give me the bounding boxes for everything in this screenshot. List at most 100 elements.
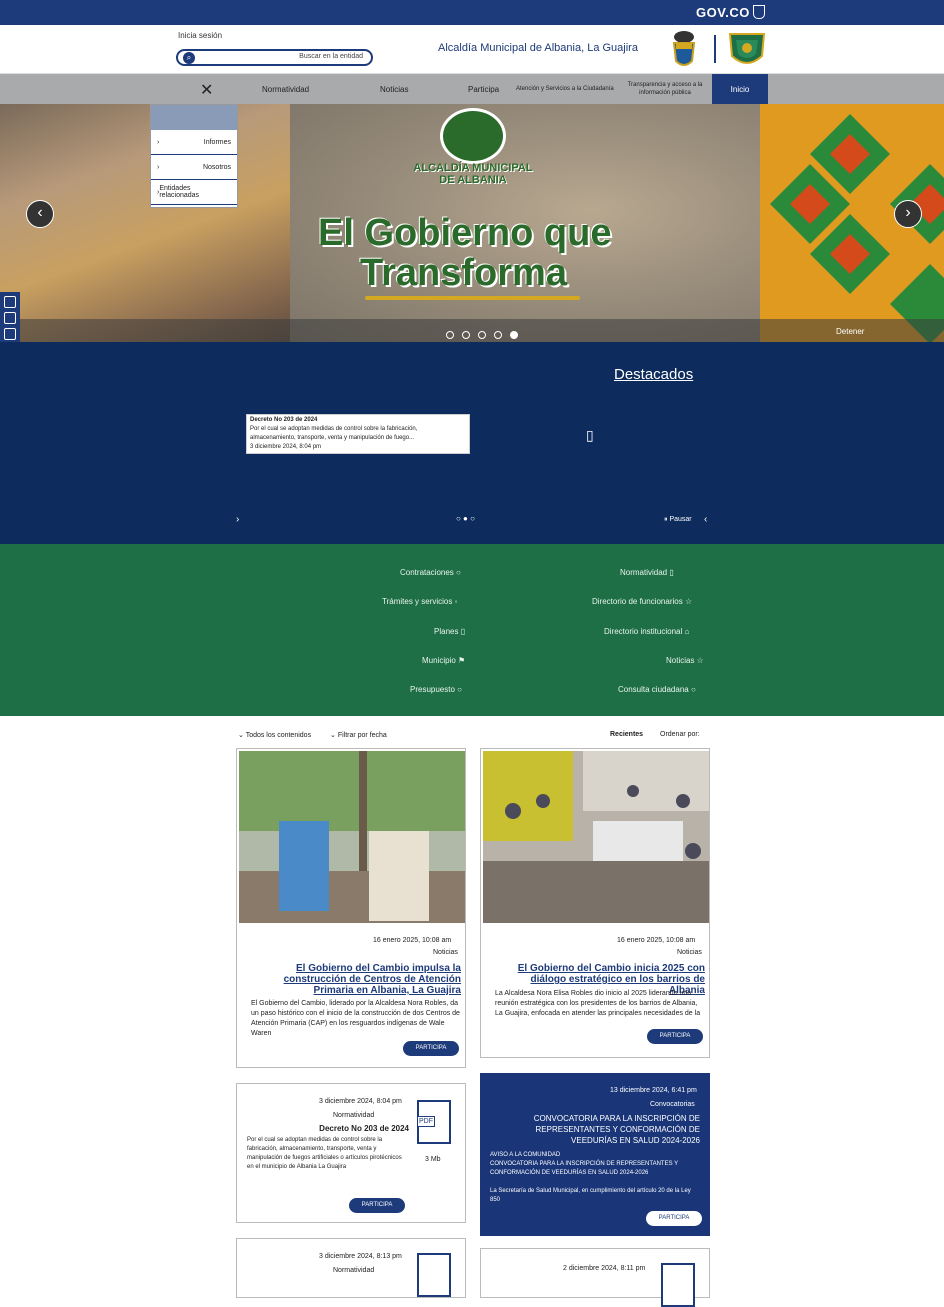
- conv-text2: CONVOCATORIA PARA LA INSCRIPCIÓN DE REPR…: [490, 1161, 679, 1176]
- content-filter-select[interactable]: ⌄ Todos los contenidos: [238, 731, 311, 739]
- document-icon: ▯: [586, 427, 594, 443]
- header-divider: [714, 35, 716, 63]
- destacados-next-button[interactable]: ›: [236, 514, 239, 525]
- ql-noticias[interactable]: Noticias ☆: [666, 656, 704, 665]
- search-input[interactable]: Buscar en la entidad: [299, 53, 363, 60]
- chevron-icon: ›: [157, 163, 160, 171]
- participa-button[interactable]: PARTICIPA: [647, 1029, 703, 1044]
- participa-button[interactable]: PARTICIPA: [403, 1041, 459, 1056]
- destacado-text: Por el cual se adoptan medidas de contro…: [250, 426, 418, 432]
- participa-button[interactable]: PARTICIPA: [349, 1198, 405, 1213]
- destacados-title: Destacados: [614, 366, 694, 383]
- conv-text3: La Secretaría de Salud Municipal, en cum…: [490, 1188, 691, 1203]
- pause-button[interactable]: ⏸ Pausar: [664, 516, 692, 524]
- news-card-category: Noticias: [433, 949, 458, 956]
- carousel-dot[interactable]: [494, 331, 502, 339]
- carousel-dot[interactable]: [462, 331, 470, 339]
- ql-planes[interactable]: Planes ▯: [434, 627, 465, 636]
- doc-date: 3 diciembre 2024, 8:04 pm: [319, 1098, 402, 1105]
- conv-category: Convocatorias: [650, 1101, 695, 1108]
- ql-consulta-ciudadana[interactable]: Consulta ciudadana ○: [618, 685, 696, 694]
- doc-title[interactable]: Decreto No 203 de 2024: [247, 1124, 409, 1134]
- news-card-text: La Alcaldesa Nora Elisa Robles dio inici…: [495, 990, 701, 1017]
- destacado-text-2: almacenamiento, transporte, venta y mani…: [250, 435, 415, 441]
- order-select[interactable]: Recientes: [610, 731, 643, 738]
- ql-normatividad[interactable]: Normatividad ▯: [620, 568, 674, 577]
- hero-title-line2: Transforma: [360, 252, 567, 294]
- conv-title[interactable]: CONVOCATORIA PARA LA INSCRIPCIÓN DE REPR…: [490, 1113, 700, 1146]
- order-label: Ordenar por:: [660, 731, 700, 738]
- carousel-dot[interactable]: [510, 331, 518, 339]
- nav-normatividad[interactable]: Normatividad: [262, 74, 322, 104]
- font-increase-icon[interactable]: [4, 312, 16, 324]
- news-card-category: Noticias: [677, 949, 702, 956]
- ql-municipio[interactable]: Municipio ⚑: [422, 656, 465, 665]
- destacado-card[interactable]: Decreto No 203 de 2024 Por el cual se ad…: [246, 414, 470, 454]
- carousel-dot[interactable]: [446, 331, 454, 339]
- convocatoria-card[interactable]: 13 diciembre 2024, 6:41 pm Convocatorias…: [480, 1073, 710, 1236]
- carousel-next-button[interactable]: ›: [894, 200, 922, 228]
- doc-size: 3 Mb: [425, 1156, 441, 1163]
- pdf-icon: PDF: [417, 1100, 451, 1144]
- search-icon[interactable]: ⌕: [183, 52, 195, 64]
- stop-carousel-button[interactable]: Detener: [836, 327, 864, 336]
- news-card[interactable]: 16 enero 2025, 10:08 am Noticias El Gobi…: [236, 748, 466, 1068]
- carousel-dot[interactable]: [478, 331, 486, 339]
- municipal-shield-icon[interactable]: [726, 28, 768, 70]
- news-card-text: El Gobierno del Cambio, liderado por la …: [251, 1000, 460, 1037]
- document-card[interactable]: 3 diciembre 2024, 8:04 pm Normatividad D…: [236, 1083, 466, 1223]
- nav-participa[interactable]: Participa: [468, 74, 512, 104]
- site-header: Inicia sesión ⌕ Buscar en la entidad Alc…: [0, 25, 944, 74]
- dropdown-item-nosotros[interactable]: › Nosotros: [151, 155, 237, 180]
- nav-transparencia[interactable]: Transparencia y acceso a la información …: [622, 74, 708, 104]
- ql-contrataciones[interactable]: Contrataciones ○: [400, 568, 461, 577]
- ql-directorio-institucional[interactable]: Directorio institucional ⌂: [604, 627, 689, 636]
- participa-button[interactable]: PARTICIPA: [646, 1211, 702, 1226]
- login-link[interactable]: Inicia sesión: [178, 31, 222, 40]
- nav-atencion[interactable]: Atención y Servicios a la Ciudadanía: [516, 74, 616, 104]
- ql-presupuesto[interactable]: Presupuesto ○: [410, 685, 462, 694]
- document-card[interactable]: 2 diciembre 2024, 8:11 pm: [480, 1248, 710, 1307]
- destacado-title: Decreto No 203 de 2024: [250, 417, 318, 423]
- font-decrease-icon[interactable]: [4, 328, 16, 340]
- ql-tramites[interactable]: Trámites y servicios ◦: [382, 597, 457, 606]
- gov-bar: GOV.CO: [0, 0, 944, 25]
- conv-text1: AVISO A LA COMUNIDAD: [490, 1152, 561, 1158]
- carousel-prev-button[interactable]: ‹: [26, 200, 54, 228]
- destacado-date: 3 diciembre 2024, 8:04 pm: [250, 444, 322, 450]
- hero-controls-bar: [0, 319, 944, 342]
- carousel-dots[interactable]: [438, 326, 518, 342]
- accessibility-toolbar: [0, 292, 20, 342]
- search-bar[interactable]: ⌕ Buscar en la entidad: [176, 49, 373, 66]
- hero-title-line1: El Gobierno que: [318, 212, 612, 254]
- doc-date: 2 diciembre 2024, 8:11 pm: [563, 1265, 646, 1272]
- coat-of-arms-icon: [672, 31, 696, 66]
- dropdown-item-entidades[interactable]: › Entidades relacionadas: [151, 180, 237, 205]
- document-card[interactable]: 3 diciembre 2024, 8:13 pm Normatividad: [236, 1238, 466, 1298]
- destacados-dots[interactable]: ○ ● ○: [456, 514, 475, 523]
- news-card[interactable]: 16 enero 2025, 10:08 am Noticias El Gobi…: [480, 748, 710, 1058]
- doc-category: Normatividad: [333, 1112, 375, 1119]
- date-filter-select[interactable]: ⌄ Filtrar por fecha: [330, 731, 387, 739]
- doc-category: Normatividad: [333, 1267, 375, 1274]
- nav-inicio[interactable]: Inicio: [712, 74, 768, 104]
- gov-co-link[interactable]: GOV.CO: [696, 5, 765, 20]
- dropdown-header: [151, 105, 237, 130]
- news-card-image: [483, 751, 709, 923]
- gov-shield-icon: [752, 5, 765, 19]
- nav-dropdown: › Informes › Nosotros › Entidades relaciona…: [150, 104, 238, 208]
- dropdown-item-informes[interactable]: › Informes: [151, 130, 237, 155]
- quick-links: Normatividad ▯ Directorio de funcionario…: [0, 544, 944, 716]
- news-card-title[interactable]: El Gobierno del Cambio impulsa la constr…: [251, 963, 461, 996]
- hero-underline: [365, 296, 580, 300]
- site-title: Alcaldía Municipal de Albania, La Guajir…: [438, 42, 638, 54]
- contrast-icon[interactable]: [4, 296, 16, 308]
- destacados-prev-button[interactable]: ‹: [704, 514, 707, 525]
- news-card-image: [239, 751, 465, 923]
- ql-directorio-funcionarios[interactable]: Directorio de funcionarios ☆: [592, 597, 692, 606]
- close-icon[interactable]: ✕: [200, 80, 213, 100]
- nav-noticias[interactable]: Noticias: [380, 74, 420, 104]
- doc-date: 3 diciembre 2024, 8:13 pm: [319, 1253, 402, 1260]
- conv-date: 13 diciembre 2024, 6:41 pm: [610, 1087, 697, 1094]
- hero-org-name: ALCALDÍA MUNICIPAL DE ALBANIA: [413, 162, 533, 186]
